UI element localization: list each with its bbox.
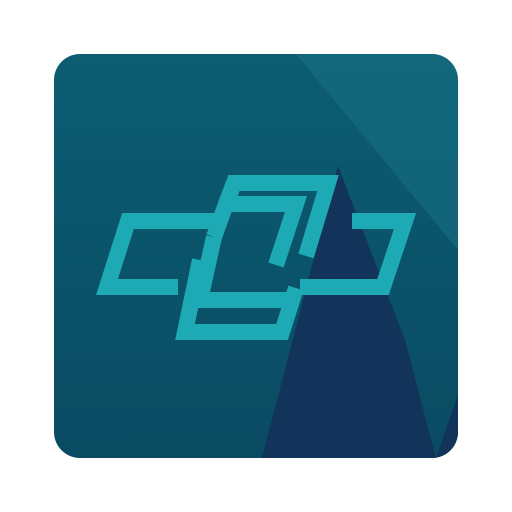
app-icon[interactable] [0,0,512,512]
icon-tile [54,54,458,458]
